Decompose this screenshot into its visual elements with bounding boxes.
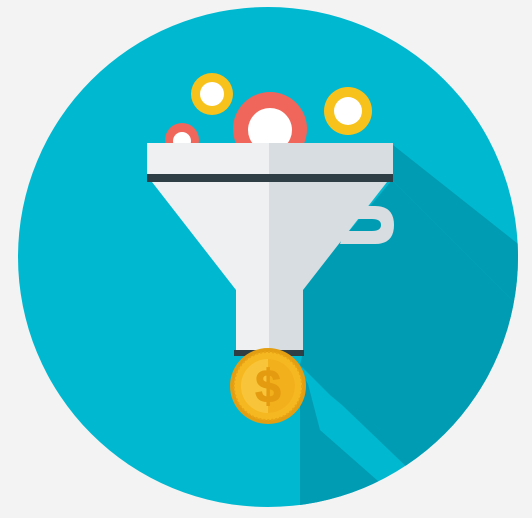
sales-funnel-icon: $ (18, 7, 518, 507)
funnel-rim-right (269, 143, 393, 177)
funnel-spout-left (236, 289, 269, 351)
funnel-spout-right (269, 289, 303, 351)
funnel-illustration: $ (0, 0, 532, 518)
funnel-rim-left (147, 143, 269, 177)
dollar-sign: $ (255, 360, 281, 412)
funnel-band (147, 174, 393, 182)
dollar-coin: $ (230, 348, 306, 424)
